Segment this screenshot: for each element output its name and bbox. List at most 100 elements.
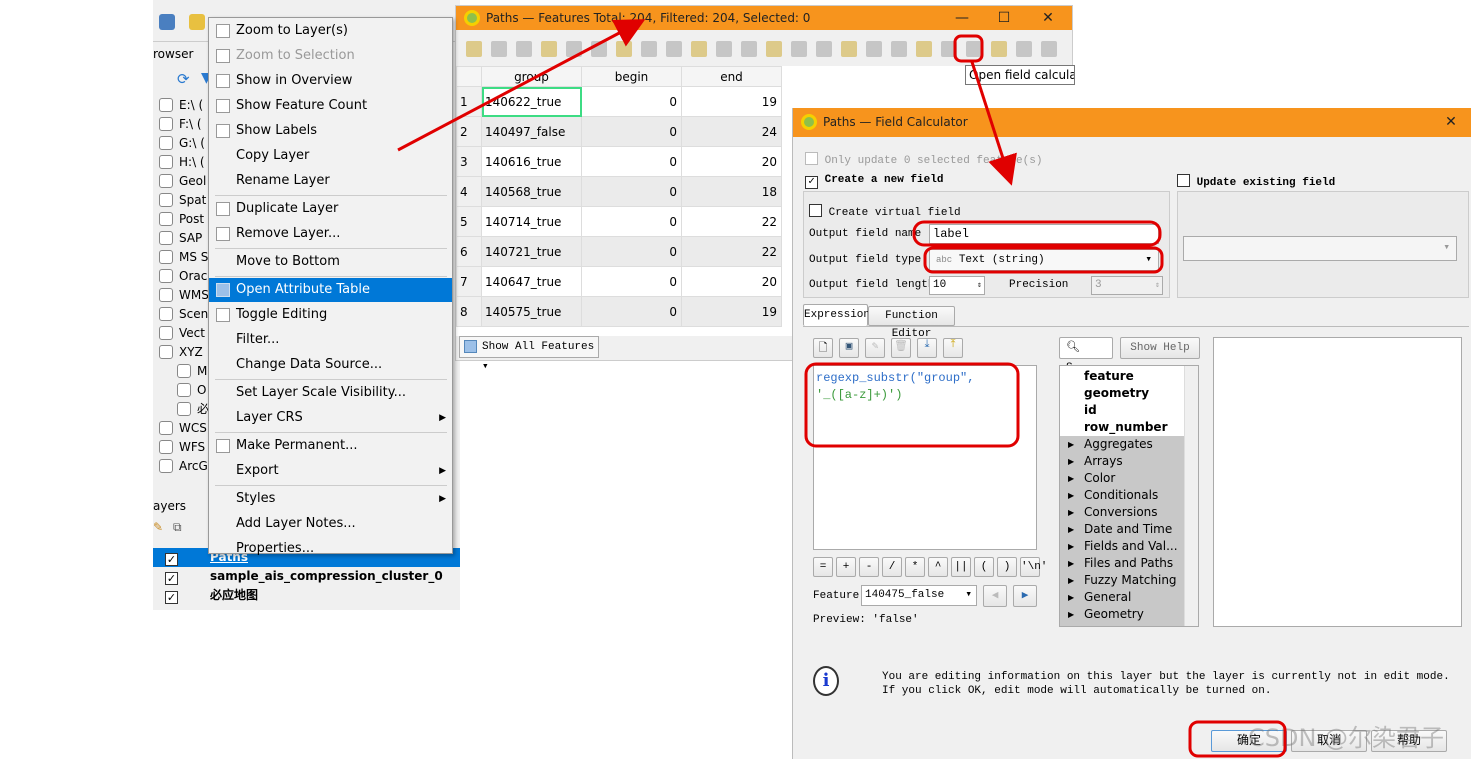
menu-item-layer-crs[interactable]: Layer CRS ▶: [209, 406, 452, 430]
function-list-item[interactable]: ▶ Fuzzy Matching: [1060, 572, 1185, 589]
menu-item-toggle-editing[interactable]: Toggle Editing: [209, 303, 452, 327]
move-top-icon[interactable]: [816, 41, 832, 57]
expand-arrow-icon[interactable]: ▶: [1068, 538, 1074, 555]
save-icon[interactable]: [516, 41, 532, 57]
delete-icon[interactable]: 🗑: [891, 338, 911, 358]
layer-visibility-checkbox[interactable]: ✓: [165, 591, 178, 604]
close-button[interactable]: ✕: [1028, 6, 1068, 30]
operator-button[interactable]: ): [997, 557, 1017, 577]
table-row[interactable]: 7 140647_true 0 20: [456, 266, 782, 297]
delete-field-icon[interactable]: [916, 41, 932, 57]
expand-arrow-icon[interactable]: ▶: [1068, 589, 1074, 606]
cell-begin[interactable]: 0: [581, 86, 682, 117]
menu-item-show-feature-count[interactable]: Show Feature Count: [209, 94, 452, 118]
expand-arrow-icon[interactable]: ▶: [1068, 470, 1074, 487]
import-icon[interactable]: ⤓: [917, 338, 937, 358]
menu-item-show-labels[interactable]: Show Labels: [209, 119, 452, 143]
cell-group[interactable]: 140721_true: [481, 236, 582, 267]
operator-button[interactable]: =: [813, 557, 833, 577]
cell-begin[interactable]: 0: [581, 266, 682, 297]
layer-row[interactable]: ✓ 必应地图: [153, 586, 460, 605]
operator-button[interactable]: ||: [951, 557, 971, 577]
cut-icon[interactable]: [616, 41, 632, 57]
cell-group[interactable]: 140497_false: [481, 116, 582, 147]
precision-spinbox[interactable]: 3 ⇕: [1091, 276, 1163, 295]
edit-icon[interactable]: ✎: [865, 338, 885, 358]
menu-item-filter[interactable]: Filter...: [209, 328, 452, 352]
cell-end[interactable]: 19: [681, 86, 782, 117]
expand-arrow-icon[interactable]: ▶: [1068, 572, 1074, 589]
cell-group[interactable]: 140714_true: [481, 206, 582, 237]
browser-item[interactable]: ArcG: [159, 457, 208, 476]
function-list-item[interactable]: ▶ Conditionals: [1060, 487, 1185, 504]
cell-end[interactable]: 20: [681, 266, 782, 297]
tab-function-editor[interactable]: Function Editor: [868, 306, 955, 340]
table-row[interactable]: 1 140622_true 0 19: [456, 86, 782, 117]
expand-arrow-icon[interactable]: ▶: [1068, 504, 1074, 521]
operator-button[interactable]: '\n': [1020, 557, 1047, 577]
existing-field-select[interactable]: ▾: [1183, 236, 1457, 261]
function-list-item[interactable]: ▶ Aggregates: [1060, 436, 1185, 453]
table-row[interactable]: 6 140721_true 0 22: [456, 236, 782, 267]
browser-item[interactable]: G:\ (: [159, 134, 205, 153]
menu-item-zoom-to-selection[interactable]: Zoom to Selection: [209, 44, 452, 68]
refresh-icon[interactable]: ⟳: [177, 70, 190, 88]
add-group-icon[interactable]: ⧉: [173, 520, 182, 535]
show-all-features-button[interactable]: Show All Features ▾: [459, 336, 599, 373]
create-virtual-field-checkbox[interactable]: Create virtual field: [809, 204, 961, 219]
operator-button[interactable]: *: [905, 557, 925, 577]
function-list-item[interactable]: ▶ Color: [1060, 470, 1185, 487]
organize-icon[interactable]: [1041, 41, 1057, 57]
multi-edit-icon[interactable]: [491, 41, 507, 57]
select-all-icon[interactable]: [716, 41, 732, 57]
row-number[interactable]: 7: [456, 266, 482, 297]
cell-end[interactable]: 20: [681, 146, 782, 177]
menu-item-add-layer-notes[interactable]: Add Layer Notes...: [209, 512, 452, 536]
menu-item-set-layer-scale-visibility[interactable]: Set Layer Scale Visibility...: [209, 381, 452, 405]
cell-begin[interactable]: 0: [581, 206, 682, 237]
function-list-item[interactable]: ▶ Maps: [1060, 623, 1185, 626]
browser-item[interactable]: Scen: [159, 305, 208, 324]
only-update-checkbox[interactable]: Only update 0 selected feature(s): [805, 152, 1042, 167]
create-new-field-checkbox[interactable]: ✓ Create a new field: [805, 174, 943, 189]
function-list-item[interactable]: ▶ Date and Time: [1060, 521, 1185, 538]
expand-arrow-icon[interactable]: ▶: [1068, 606, 1074, 623]
menu-item-export[interactable]: Export ▶: [209, 459, 452, 483]
add-icon[interactable]: [566, 41, 582, 57]
table-row[interactable]: 2 140497_false 0 24: [456, 116, 782, 147]
layer-visibility-checkbox[interactable]: ✓: [165, 572, 178, 585]
close-button[interactable]: ✕: [1431, 108, 1471, 137]
menu-item-duplicate-layer[interactable]: Duplicate Layer: [209, 197, 452, 221]
expand-arrow-icon[interactable]: ▶: [1068, 487, 1074, 504]
invert-icon[interactable]: [741, 41, 757, 57]
menu-item-move-to-bottom[interactable]: Move to Bottom: [209, 250, 452, 274]
browser-item[interactable]: Vect: [159, 324, 205, 343]
browser-item[interactable]: Post: [159, 210, 204, 229]
browser-item[interactable]: E:\ (: [159, 96, 203, 115]
column-header-end[interactable]: end: [681, 66, 782, 87]
cell-end[interactable]: 18: [681, 176, 782, 207]
menu-item-zoom-to-layer-s[interactable]: Zoom to Layer(s): [209, 19, 452, 43]
operator-button[interactable]: ^: [928, 557, 948, 577]
row-number[interactable]: 5: [456, 206, 482, 237]
function-list-item[interactable]: ▶ Conversions: [1060, 504, 1185, 521]
browser-item[interactable]: WCS: [159, 419, 207, 438]
menu-item-remove-layer[interactable]: Remove Layer...: [209, 222, 452, 246]
minimize-button[interactable]: —: [942, 6, 982, 30]
row-number[interactable]: 6: [456, 236, 482, 267]
function-search-input[interactable]: 🔍︎ S···: [1059, 337, 1113, 374]
layer-row[interactable]: ✓ sample_ais_compression_cluster_0: [153, 567, 460, 586]
function-list-item[interactable]: row_number: [1060, 419, 1185, 436]
browser-item[interactable]: SAP: [159, 229, 202, 248]
browser-item[interactable]: O: [177, 381, 206, 400]
cell-group[interactable]: 140568_true: [481, 176, 582, 207]
next-feature-button[interactable]: ▶: [1013, 585, 1037, 607]
cell-begin[interactable]: 0: [581, 176, 682, 207]
paste-icon[interactable]: [666, 41, 682, 57]
function-list-scrollbar[interactable]: [1184, 366, 1198, 626]
operator-button[interactable]: -: [859, 557, 879, 577]
filter-icon[interactable]: [791, 41, 807, 57]
show-help-button[interactable]: Show Help: [1120, 337, 1200, 359]
browser-item[interactable]: M: [177, 362, 207, 381]
cell-begin[interactable]: 0: [581, 236, 682, 267]
